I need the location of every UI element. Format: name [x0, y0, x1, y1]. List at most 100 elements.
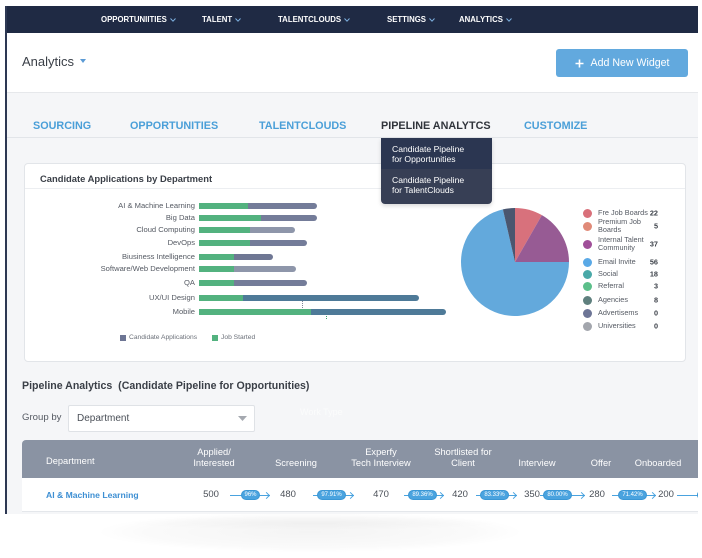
- group-by-label: Group by: [22, 412, 62, 423]
- chevron-down-icon: [235, 17, 242, 22]
- tab-divider: [5, 137, 698, 138]
- connector-line: [677, 495, 698, 496]
- bar-job-started[interactable]: [199, 215, 261, 221]
- conversion-rate-pill: 96%: [241, 490, 260, 500]
- bar-label: Software/Web Development: [100, 264, 195, 273]
- pipeline-table-header: Department Applied/ Interested Screening…: [22, 440, 698, 478]
- pie-legend-item: Universities 0: [581, 316, 658, 336]
- legend-dot-icon: [583, 239, 592, 249]
- conversion-arrow: [677, 490, 698, 500]
- caret-down-icon: [80, 59, 87, 63]
- bar-label: Mobile: [172, 307, 195, 316]
- bar-label: Biusiness Intelligence: [121, 252, 195, 261]
- bar-label: QA: [184, 278, 195, 287]
- bar-job-started[interactable]: [199, 309, 311, 315]
- conversion-rate-pill: 97.91%: [317, 490, 346, 500]
- pie-legend-item: Internal Talent Community 37: [581, 234, 658, 254]
- stage-count-offer: 280: [589, 489, 605, 500]
- bar-label: AI & Machine Learning: [118, 201, 195, 210]
- tab-customize[interactable]: CUSTOMIZE: [524, 119, 587, 133]
- table-row: AI & Machine Learning 500 96% 480 97.91%…: [22, 478, 698, 512]
- pie-legend-value: 0: [653, 321, 658, 331]
- group-by-select[interactable]: Department: [68, 405, 255, 432]
- department-link[interactable]: AI & Machine Learning: [46, 489, 139, 501]
- conversion-arrow: 83.33%: [476, 490, 518, 500]
- nav-talentclouds[interactable]: TALENTCLOUDS: [278, 6, 350, 33]
- department-applications-card: Candidate Applications by Department Can…: [24, 163, 686, 362]
- legend-dot-icon: [583, 221, 592, 231]
- bar-job-started[interactable]: [199, 203, 248, 209]
- legend-swatch-job-started: [212, 335, 218, 341]
- plus-icon: [575, 59, 584, 68]
- stage-count-tech-interview: 470: [373, 489, 389, 500]
- chevron-down-icon: [429, 17, 435, 22]
- pie-legend-item: Premium Job Boards 5: [581, 216, 658, 236]
- legend-label-candidate-applications: Candidate Applications: [129, 334, 198, 341]
- pie-legend-label: Internal Talent Community: [598, 235, 644, 252]
- bar-job-started[interactable]: [199, 295, 243, 301]
- bar-job-started[interactable]: [199, 266, 234, 272]
- tab-sourcing[interactable]: SOURCING: [33, 119, 91, 133]
- window-edge: [5, 6, 7, 514]
- chevron-down-icon: [506, 17, 512, 22]
- bar-label: Cloud Computing: [136, 225, 195, 234]
- pie-legend-value: 5: [653, 221, 658, 231]
- conversion-rate-pill: 80.00%: [543, 490, 572, 500]
- conversion-rate-pill: [697, 490, 698, 500]
- pipeline-analytics-menu: Candidate Pipeline for Opportunities Can…: [381, 138, 492, 204]
- work-type-label: Work Type: [300, 407, 343, 417]
- conversion-arrow: 96%: [230, 490, 271, 500]
- pie-legend: Fre Job Boards 22 Premium Job Boards 5 Inter…: [581, 164, 661, 361]
- conversion-rate-pill: 89.36%: [408, 490, 437, 500]
- menu-item-candidate-pipeline-opportunities[interactable]: Candidate Pipeline for Opportunities: [381, 138, 492, 169]
- bar-job-started[interactable]: [199, 280, 234, 286]
- column-header-department: Department: [46, 456, 95, 466]
- bar-label: DevOps: [167, 238, 195, 247]
- tab-opportunities[interactable]: OPPORTUNITIES: [130, 119, 218, 133]
- caret-down-icon: [238, 416, 247, 421]
- pie-legend-label: Universities: [598, 321, 636, 330]
- pie-legend-value: 37: [649, 239, 658, 249]
- nav-label: OPPORTUNIITIES: [101, 15, 167, 24]
- nav-talent[interactable]: TALENT: [202, 6, 242, 33]
- add-new-widget-label: Add New Widget: [590, 57, 670, 69]
- tab-talentclouds[interactable]: TALENTCLOUDS: [259, 119, 346, 133]
- chevron-down-icon: [169, 17, 176, 22]
- page-title: Analytics: [22, 53, 75, 69]
- bar-label: UX/UI Design: [148, 293, 195, 302]
- drop-shadow-inner: [125, 516, 505, 530]
- conversion-rate-pill: 83.33%: [480, 490, 509, 500]
- arrow-right-icon: [262, 491, 271, 500]
- stage-count-shortlisted: 420: [452, 489, 468, 500]
- add-new-widget-button[interactable]: Add New Widget: [556, 49, 688, 77]
- legend-swatch-candidate-applications: [120, 335, 126, 341]
- bar-job-started[interactable]: [199, 240, 250, 246]
- app-window: OPPORTUNIITIES TALENT TALENTCLOUDS SETTI…: [5, 6, 698, 514]
- arrow-right-icon: [509, 491, 518, 500]
- page-title-dropdown[interactable]: Analytics: [22, 53, 87, 69]
- arrow-right-icon: [346, 491, 355, 500]
- conversion-arrow: 89.36%: [404, 490, 445, 500]
- menu-item-candidate-pipeline-talentclouds[interactable]: Candidate Pipeline for TalentClouds: [381, 169, 492, 204]
- stage-count-screening: 480: [280, 489, 296, 500]
- pie-legend-label: Referral: [598, 281, 624, 290]
- legend-label-job-started: Job Started: [221, 334, 256, 341]
- conversion-rate-pill: 71.42%: [618, 490, 647, 500]
- chevron-down-icon: [344, 17, 350, 22]
- bar-job-started[interactable]: [199, 227, 250, 233]
- pipeline-section-title: Pipeline Analytics (Candidate Pipeline f…: [22, 380, 310, 392]
- nav-opportunities[interactable]: OPPORTUNIITIES: [101, 6, 176, 33]
- conversion-arrow: 80.00%: [540, 490, 586, 500]
- conversion-arrow: 97.91%: [313, 490, 355, 500]
- nav-analytics[interactable]: ANALYTICS: [459, 6, 512, 33]
- nav-settings[interactable]: SETTINGS: [387, 6, 435, 33]
- conversion-arrow: 71.42%: [612, 490, 657, 500]
- top-nav: OPPORTUNIITIES TALENT TALENTCLOUDS SETTI…: [5, 6, 698, 33]
- column-header-onboarded: Onboarded: [634, 458, 682, 468]
- nav-label: TALENT: [202, 15, 233, 24]
- tab-pipeline-analytics[interactable]: PIPELINE ANALYTCS: [381, 119, 491, 133]
- hover-marker: [302, 301, 303, 308]
- pie-chart: [461, 208, 569, 316]
- nav-label: TALENTCLOUDS: [278, 15, 342, 24]
- bar-job-started[interactable]: [199, 254, 234, 260]
